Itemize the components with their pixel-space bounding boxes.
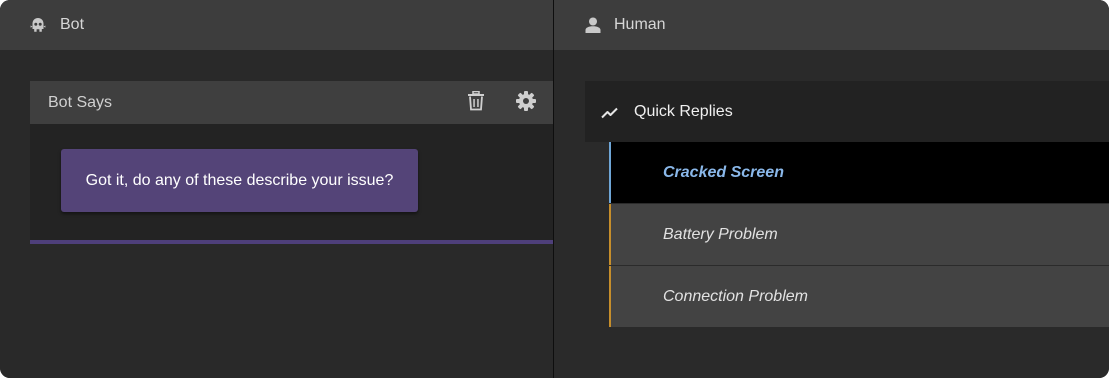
bot-panel: Bot Bot Says Got it, do any of these des… [0, 0, 553, 378]
bot-message-bubble[interactable]: Got it, do any of these describe your is… [61, 149, 418, 212]
quick-replies-icon [601, 105, 619, 119]
quick-replies-title: Quick Replies [634, 102, 733, 120]
gear-icon[interactable] [516, 91, 536, 116]
quick-replies-header: Quick Replies [585, 81, 1109, 142]
user-icon [585, 17, 601, 33]
quick-reply-item[interactable]: Battery Problem [609, 204, 1109, 265]
trash-icon[interactable] [467, 90, 485, 116]
bot-panel-title: Bot [60, 16, 85, 33]
quick-reply-label: Connection Problem [663, 287, 808, 305]
human-panel-header: Human [554, 0, 1109, 50]
bot-icon [30, 17, 46, 33]
quick-reply-item[interactable]: Cracked Screen [609, 142, 1109, 203]
quick-reply-label: Cracked Screen [663, 163, 784, 181]
human-panel-title: Human [614, 16, 666, 33]
card-underline [30, 240, 553, 244]
app-window: Bot Bot Says Got it, do any of these des… [0, 0, 1109, 378]
bot-says-card: Bot Says Got it, do any of these describ… [30, 81, 553, 244]
human-panel: Human Quick Replies Cracked Screen Batte… [554, 0, 1109, 378]
quick-reply-item[interactable]: Connection Problem [609, 266, 1109, 327]
quick-replies-block: Quick Replies Cracked Screen Battery Pro… [585, 81, 1109, 327]
bot-says-card-header: Bot Says [30, 81, 553, 124]
quick-reply-label: Battery Problem [663, 225, 778, 243]
bot-message-text: Got it, do any of these describe your is… [85, 171, 394, 189]
bot-says-title: Bot Says [48, 93, 113, 111]
bot-panel-header: Bot [0, 0, 553, 50]
